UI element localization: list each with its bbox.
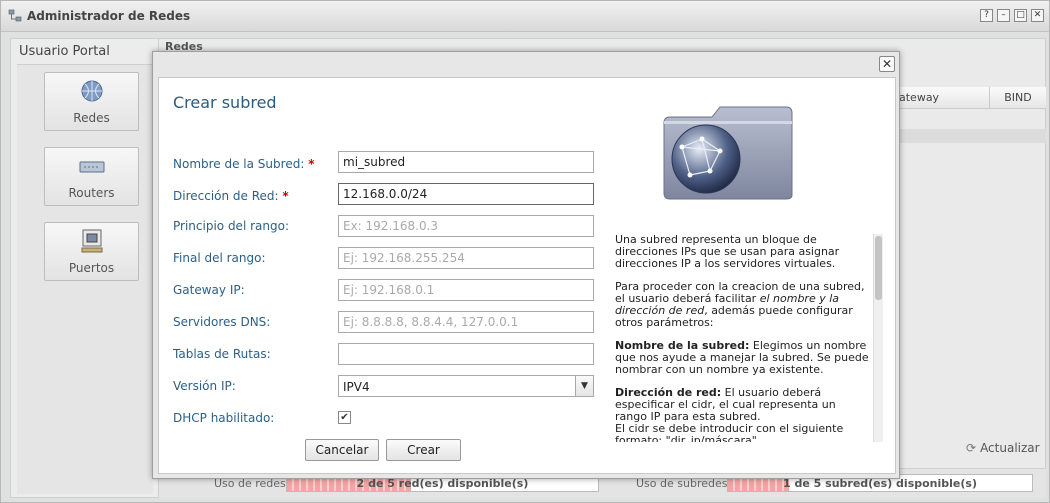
- close-dialog-button[interactable]: ✕: [879, 56, 895, 72]
- network-address-input[interactable]: [338, 183, 594, 205]
- required-mark: *: [308, 157, 315, 171]
- close-window-button[interactable]: ✕: [1031, 9, 1044, 22]
- range-start-label: Principio del rango:: [173, 219, 289, 233]
- help-scrollbar[interactable]: [873, 234, 883, 442]
- maximize-button[interactable]: □: [1014, 9, 1027, 22]
- dialog-title: Crear subred: [173, 93, 277, 112]
- gateway-ip-label: Gateway IP:: [173, 283, 245, 297]
- networks-grid-header: ateway BIND: [899, 87, 1046, 109]
- router-icon: [79, 161, 105, 173]
- dhcp-checkbox[interactable]: ✔: [338, 411, 351, 424]
- help-paragraph: Nombre de la subred: Elegimos un nombre …: [615, 339, 869, 376]
- tile-redes[interactable]: Redes: [44, 72, 139, 131]
- dns-servers-label: Servidores DNS:: [173, 315, 271, 329]
- network-app-icon: [8, 9, 22, 22]
- cancel-button[interactable]: Cancelar: [305, 439, 379, 461]
- minimize-button[interactable]: –: [997, 9, 1010, 22]
- route-tables-label: Tablas de Rutas:: [173, 347, 271, 361]
- tile-redes-label: Redes: [73, 111, 110, 125]
- scrollbar-thumb[interactable]: [875, 236, 882, 300]
- ip-version-value: IPV4: [343, 380, 370, 394]
- refresh-icon: ⟳: [966, 441, 977, 455]
- help-text: Una subred representa un bloque de direc…: [615, 234, 871, 442]
- globe-icon: [81, 80, 103, 102]
- chevron-down-icon[interactable]: ▼: [575, 376, 593, 396]
- refresh-button[interactable]: ⟳ Actualizar: [966, 441, 1040, 455]
- required-mark: *: [282, 189, 289, 203]
- ip-version-select[interactable]: IPV4 ▼: [338, 375, 594, 397]
- range-start-input[interactable]: [338, 215, 594, 237]
- portal-panel: Usuario Portal Redes Routers Puertos: [10, 38, 159, 498]
- port-icon: [81, 229, 103, 253]
- help-paragraph: Una subred representa un bloque de direc…: [615, 234, 840, 270]
- help-paragraph: Dirección de red: El usuario deberá espe…: [615, 386, 844, 443]
- dialog-body: Crear subred Nombre de la Subred: * Dire…: [158, 77, 896, 474]
- network-address-label: Dirección de Red: *: [173, 189, 289, 203]
- help-paragraph: Para proceder con la creacion de una sub…: [615, 280, 865, 329]
- help-button[interactable]: ?: [980, 9, 993, 22]
- create-button[interactable]: Crear: [386, 439, 461, 461]
- subnet-name-label: Nombre de la Subred: *: [173, 157, 315, 171]
- column-gateway[interactable]: ateway: [899, 91, 939, 104]
- portal-title: Usuario Portal: [19, 44, 110, 59]
- create-subnet-dialog: ✕ Crear subred Nombre de la Subred: * Di…: [152, 51, 900, 479]
- dhcp-label: DHCP habilitado:: [173, 411, 275, 425]
- route-tables-input[interactable]: [338, 343, 594, 365]
- range-end-input[interactable]: [338, 247, 594, 269]
- subnet-name-input[interactable]: [338, 151, 594, 173]
- table-row[interactable]: [899, 129, 1046, 143]
- window-titlebar: Administrador de Redes ? – □ ✕: [1, 1, 1049, 32]
- tile-puertos[interactable]: Puertos: [44, 222, 139, 281]
- column-bind[interactable]: BIND: [989, 87, 1046, 109]
- gateway-ip-input[interactable]: [338, 279, 594, 301]
- ip-version-label: Versión IP:: [173, 379, 236, 393]
- tile-routers[interactable]: Routers: [44, 147, 139, 206]
- check-icon: ✔: [340, 412, 349, 423]
- refresh-label: Actualizar: [980, 441, 1040, 455]
- range-end-label: Final del rango:: [173, 251, 266, 265]
- help-panel[interactable]: Una subred representa un bloque de direc…: [615, 234, 883, 442]
- tile-puertos-label: Puertos: [68, 261, 115, 275]
- tile-routers-label: Routers: [68, 186, 115, 200]
- dns-servers-input[interactable]: [338, 311, 594, 333]
- window-title: Administrador de Redes: [27, 9, 191, 23]
- network-folder-icon: [663, 106, 793, 200]
